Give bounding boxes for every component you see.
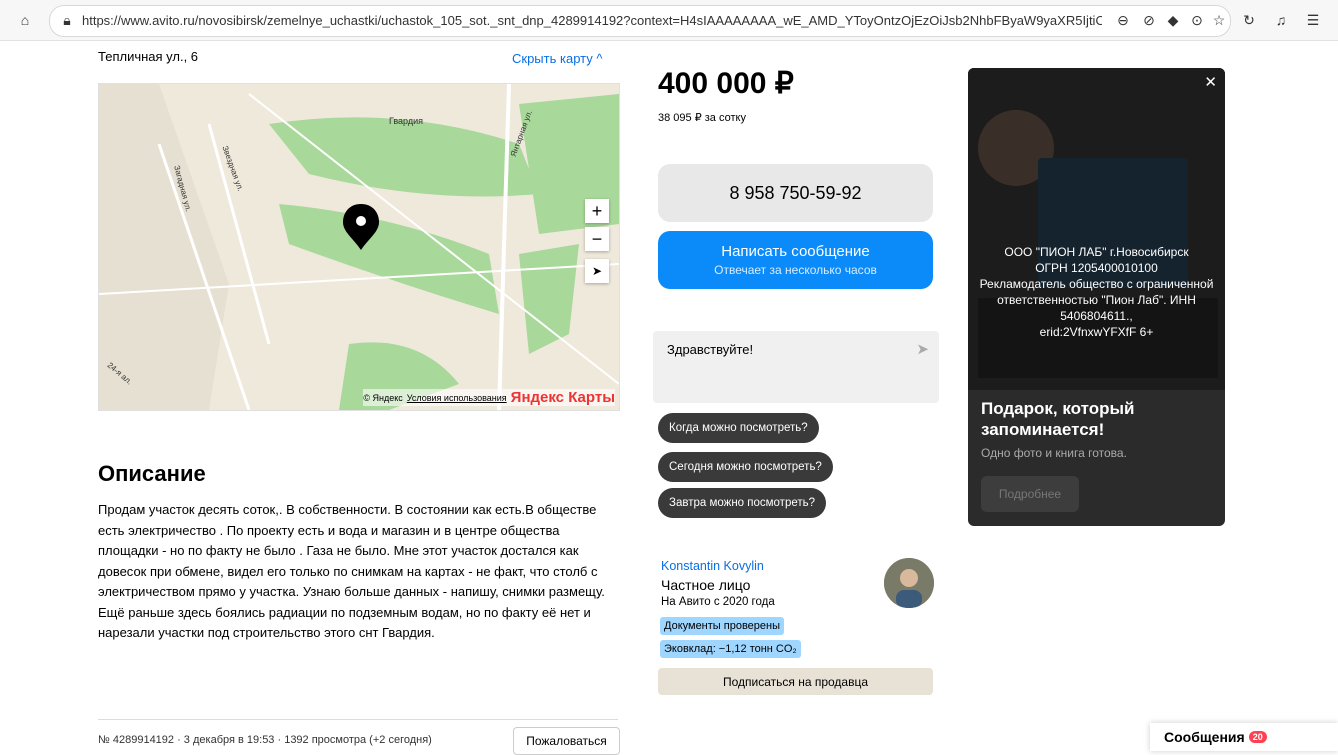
- ad-illustration: [968, 68, 1225, 390]
- map-label: Гвардия: [389, 116, 424, 126]
- eco-badge[interactable]: Эковклад: −1,12 тонн CO₂: [660, 640, 801, 658]
- seller-type: Частное лицо: [661, 577, 751, 593]
- lock-icon[interactable]: 🔒︎: [58, 11, 76, 29]
- ad-more-button[interactable]: Подробнее: [981, 476, 1079, 512]
- ad-image: [968, 68, 1225, 390]
- messages-label: Сообщения: [1164, 729, 1245, 745]
- tracking-icon[interactable]: ⊘: [1140, 11, 1158, 29]
- zoom-out-button[interactable]: −: [585, 227, 609, 251]
- write-message-label: Написать сообщение: [721, 243, 870, 260]
- browser-toolbar: ⌂ 🔒︎ https://www.avito.ru/novosibirsk/ze…: [0, 0, 1338, 41]
- messages-count-badge: 20: [1248, 731, 1267, 743]
- ad-title: Подарок, который запоминается!: [981, 399, 1135, 439]
- map-terms-link[interactable]: Условия использования: [407, 393, 507, 403]
- docs-verified-badge[interactable]: Документы проверены: [660, 617, 785, 635]
- url-text: https://www.avito.ru/novosibirsk/zemelny…: [82, 13, 1102, 28]
- map-copyright: © Яндекс: [363, 392, 403, 403]
- home-icon[interactable]: ⌂: [16, 11, 34, 29]
- seller-avatar[interactable]: [884, 558, 934, 608]
- quick-question-button[interactable]: Сегодня можно посмотреть?: [658, 452, 833, 482]
- location-pin-icon: [343, 204, 379, 250]
- divider: [98, 719, 618, 720]
- hide-map-link[interactable]: Скрыть карту ^: [512, 51, 602, 66]
- seller-since: На Авито с 2020 года: [661, 596, 775, 608]
- send-icon[interactable]: ➤: [916, 340, 929, 358]
- listing-meta: № 4289914192 · 3 декабря в 19:53 · 1392 …: [98, 734, 432, 746]
- chat-text: Здравствуйте!: [667, 342, 754, 357]
- star-icon[interactable]: ☆: [1210, 11, 1228, 29]
- description-text: Продам участок десять соток,. В собствен…: [98, 502, 605, 640]
- more-icon[interactable]: ⊙: [1188, 11, 1206, 29]
- refresh-icon[interactable]: ↻: [1240, 11, 1258, 29]
- zoom-icon[interactable]: ⊖: [1114, 11, 1132, 29]
- address-bar[interactable]: 🔒︎ https://www.avito.ru/novosibirsk/zeme…: [49, 5, 1231, 37]
- reading-icon[interactable]: ♫: [1272, 11, 1290, 29]
- ad-legal-text: ООО "ПИОН ЛАБ" г.Новосибирск ОГРН 120540…: [979, 245, 1214, 339]
- map-attribution: © Яндекс Условия использования Яндекс Ка…: [363, 389, 615, 406]
- avatar-image: [884, 558, 934, 608]
- response-time: Отвечает за несколько часов: [714, 263, 877, 277]
- extension-icon[interactable]: ◆: [1164, 11, 1182, 29]
- price-per-sotka: 38 095 ₽ за сотку: [658, 112, 746, 124]
- favorites-icon[interactable]: ☰: [1304, 11, 1322, 29]
- map-brand[interactable]: Яндекс Карты: [511, 389, 615, 406]
- description-title: Описание: [98, 461, 206, 486]
- locate-button[interactable]: ➤: [585, 259, 609, 283]
- close-icon[interactable]: ✕: [1204, 73, 1217, 91]
- price: 400 000 ₽: [658, 67, 794, 100]
- zoom-in-button[interactable]: +: [585, 199, 609, 223]
- quick-question-button[interactable]: Завтра можно посмотреть?: [658, 488, 827, 518]
- subscribe-button[interactable]: Подписаться на продавца: [658, 668, 933, 695]
- address: Тепличная ул., 6: [98, 49, 199, 64]
- phone-button[interactable]: 8 958 750-59-92: [658, 164, 933, 222]
- messages-widget[interactable]: Сообщения 20: [1150, 723, 1338, 751]
- seller-name-link[interactable]: Konstantin Kovylin: [661, 559, 764, 573]
- quick-question-button[interactable]: Когда можно посмотреть?: [658, 413, 819, 443]
- ad-banner[interactable]: ✕ ООО "ПИОН ЛАБ" г.Новосибирск ОГРН 1205…: [968, 68, 1225, 526]
- write-message-button[interactable]: Написать сообщение Отвечает за несколько…: [658, 231, 933, 289]
- map[interactable]: Гвардия Загадная ул. Звездная ул. Янтарн…: [98, 83, 620, 411]
- chat-input[interactable]: Здравствуйте! ➤: [653, 331, 939, 403]
- ad-subtitle: Одно фото и книга готова.: [981, 446, 1127, 460]
